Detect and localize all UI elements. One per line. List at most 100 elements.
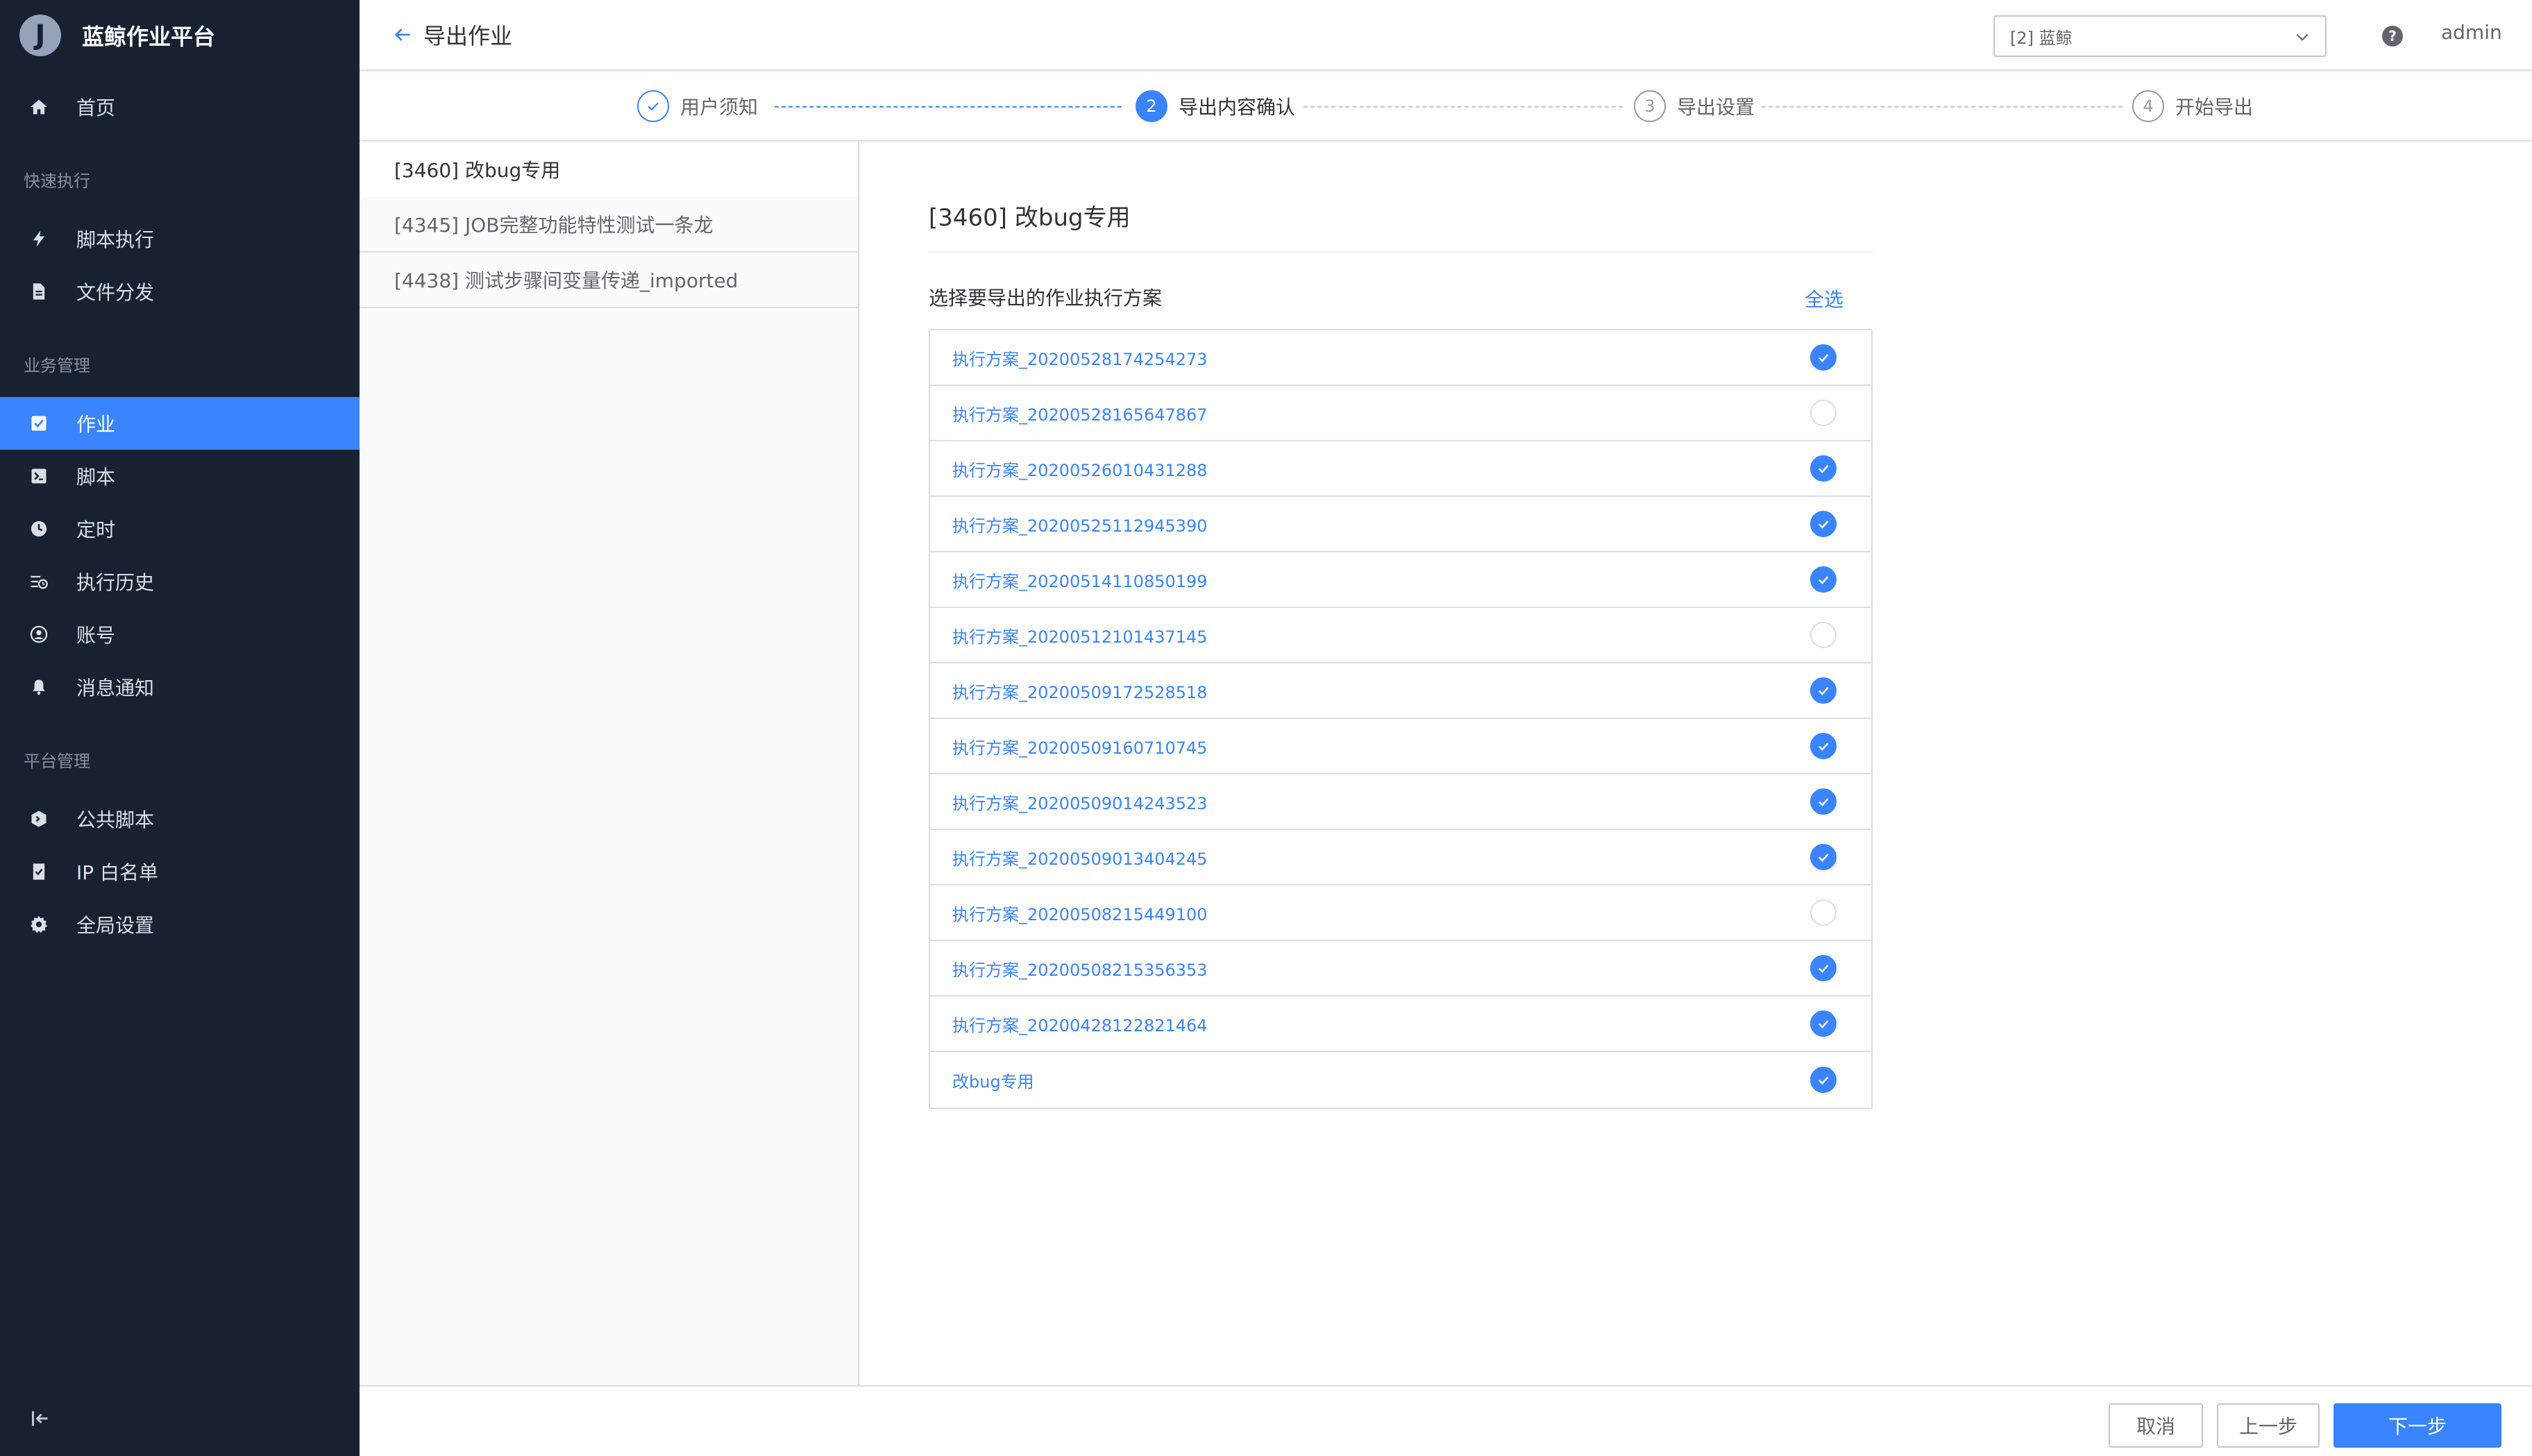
whitelist-icon <box>29 862 49 881</box>
plan-row[interactable]: 执行方案_20200508215449100 <box>930 886 1871 941</box>
select-all-link[interactable]: 全选 <box>1805 285 1843 312</box>
checked-circle-icon[interactable] <box>1810 1010 1837 1037</box>
plan-row[interactable]: 执行方案_20200428122821464 <box>930 997 1871 1052</box>
sidebar-item-label: 账号 <box>76 624 116 647</box>
sidebar-item-cron[interactable]: 定时 <box>0 502 360 555</box>
plan-row[interactable]: 执行方案_20200509172528518 <box>930 663 1871 719</box>
checked-circle-icon[interactable] <box>1810 566 1837 593</box>
plan-row[interactable]: 执行方案_20200528165647867 <box>930 386 1871 441</box>
sidebar-item-job[interactable]: 作业 <box>0 397 360 450</box>
checked-circle-icon[interactable] <box>1810 455 1837 482</box>
sidebar: J 蓝鲸作业平台 首页 快速执行 脚本执行 文件分发 业务管理 作业 脚本 定时… <box>0 0 360 1456</box>
checked-circle-icon[interactable] <box>1810 733 1837 759</box>
sidebar-item-file-distribute[interactable]: 文件分发 <box>0 265 360 318</box>
sidebar-item-label: 执行历史 <box>76 571 155 594</box>
clock-icon <box>29 519 49 539</box>
checked-circle-icon[interactable] <box>1810 788 1837 815</box>
step-connector <box>1303 106 1623 108</box>
sidebar-item-history[interactable]: 执行历史 <box>0 555 360 608</box>
sidebar-item-label: 作业 <box>76 413 116 436</box>
job-title: [3460] 改bug专用 <box>929 204 1131 232</box>
job-list: [3460] 改bug专用 [4345] JOB完整功能特性测试一条龙 [443… <box>360 142 859 1385</box>
plan-row[interactable]: 执行方案_20200509013404245 <box>930 830 1871 886</box>
sidebar-item-script[interactable]: 脚本 <box>0 450 360 502</box>
plan-row[interactable]: 改bug专用 <box>930 1052 1871 1108</box>
plan-name: 执行方案_20200509160710745 <box>952 738 1208 758</box>
plan-row[interactable]: 执行方案_20200508215356353 <box>930 941 1871 997</box>
unchecked-circle-icon[interactable] <box>1810 899 1837 926</box>
sidebar-item-label: 脚本执行 <box>76 228 155 251</box>
plan-name: 执行方案_20200508215356353 <box>952 960 1208 980</box>
sidebar-group-title: 平台管理 <box>24 752 90 771</box>
cancel-button[interactable]: 取消 <box>2109 1403 2203 1448</box>
sidebar-item-public-script[interactable]: 公共脚本 <box>0 793 360 845</box>
step-number: 2 <box>1136 90 1167 122</box>
user-name[interactable]: admin <box>2441 21 2502 44</box>
brand-logo: J <box>19 15 61 56</box>
collapse-sidebar-icon[interactable] <box>28 1406 53 1431</box>
plan-name: 执行方案_20200509013404245 <box>952 849 1208 869</box>
step-number: 4 <box>2132 90 2164 122</box>
plan-name: 执行方案_20200525112945390 <box>952 516 1208 536</box>
sidebar-item-global-settings[interactable]: 全局设置 <box>0 898 360 951</box>
checked-circle-icon[interactable] <box>1810 1067 1837 1093</box>
plan-section-heading: 选择要导出的作业执行方案 <box>929 287 1163 310</box>
plan-row[interactable]: 执行方案_20200509014243523 <box>930 774 1871 830</box>
step-user-notice[interactable]: 用户须知 <box>637 89 758 124</box>
bell-icon <box>29 677 49 697</box>
plan-name: 执行方案_20200428122821464 <box>952 1015 1208 1035</box>
sidebar-item-account[interactable]: 账号 <box>0 608 360 661</box>
chevron-down-icon <box>2293 28 2311 46</box>
checked-circle-icon[interactable] <box>1810 955 1837 981</box>
sidebar-item-home[interactable]: 首页 <box>0 81 360 133</box>
back-arrow-icon[interactable] <box>391 24 414 46</box>
plan-name: 执行方案_20200526010431288 <box>952 460 1208 480</box>
sidebar-item-label: IP 白名单 <box>76 861 159 884</box>
sidebar-item-label: 全局设置 <box>76 914 155 937</box>
plan-row[interactable]: 执行方案_20200526010431288 <box>930 441 1871 497</box>
sidebar-item-script-execute[interactable]: 脚本执行 <box>0 212 360 265</box>
plan-row[interactable]: 执行方案_20200512101437145 <box>930 608 1871 663</box>
step-export-settings[interactable]: 3 导出设置 <box>1634 89 1755 124</box>
unchecked-circle-icon[interactable] <box>1810 400 1837 426</box>
public-script-icon <box>29 809 49 829</box>
checked-circle-icon[interactable] <box>1810 344 1837 371</box>
footer-actions: 取消 上一步 下一步 <box>360 1385 2532 1456</box>
plan-row[interactable]: 执行方案_20200528174254273 <box>930 330 1871 386</box>
job-list-item[interactable]: [3460] 改bug专用 <box>360 142 858 197</box>
plan-name: 改bug专用 <box>952 1072 1034 1092</box>
checked-circle-icon[interactable] <box>1810 844 1837 870</box>
job-list-item[interactable]: [4345] JOB完整功能特性测试一条龙 <box>360 197 858 253</box>
plan-name: 执行方案_20200514110850199 <box>952 571 1208 591</box>
plan-row[interactable]: 执行方案_20200525112945390 <box>930 497 1871 552</box>
plan-name: 执行方案_20200528174254273 <box>952 349 1208 369</box>
business-select[interactable]: [2] 蓝鲸 <box>1993 15 2327 57</box>
checked-circle-icon[interactable] <box>1810 511 1837 537</box>
step-start-export[interactable]: 4 开始导出 <box>2132 89 2253 124</box>
help-icon[interactable]: ? <box>2382 26 2403 46</box>
page-title: 导出作业 <box>423 23 513 49</box>
file-icon <box>29 282 49 301</box>
job-list-item[interactable]: [4438] 测试步骤间变量传递_imported <box>360 253 858 308</box>
plan-name: 执行方案_20200509014243523 <box>952 793 1208 813</box>
step-content-confirm[interactable]: 2 导出内容确认 <box>1136 89 1295 124</box>
sidebar-group-title: 业务管理 <box>24 356 90 375</box>
sidebar-item-ip-whitelist[interactable]: IP 白名单 <box>0 845 360 898</box>
account-icon <box>29 625 49 644</box>
next-step-button[interactable]: 下一步 <box>2333 1403 2501 1448</box>
job-icon <box>29 414 49 433</box>
checked-circle-icon[interactable] <box>1810 677 1837 704</box>
job-detail-panel: [3460] 改bug专用 选择要导出的作业执行方案 全选 执行方案_20200… <box>861 142 2532 1385</box>
plan-name: 执行方案_20200509172528518 <box>952 682 1208 702</box>
divider <box>929 251 1873 253</box>
brand-name: 蓝鲸作业平台 <box>82 24 216 50</box>
sidebar-item-notification[interactable]: 消息通知 <box>0 661 360 713</box>
plan-name: 执行方案_20200508215449100 <box>952 904 1208 924</box>
lightning-icon <box>29 229 49 248</box>
prev-step-button[interactable]: 上一步 <box>2217 1403 2320 1448</box>
sidebar-group-title: 快速执行 <box>24 171 90 191</box>
plan-row[interactable]: 执行方案_20200514110850199 <box>930 552 1871 608</box>
brand[interactable]: J 蓝鲸作业平台 <box>0 0 360 71</box>
unchecked-circle-icon[interactable] <box>1810 622 1837 648</box>
plan-row[interactable]: 执行方案_20200509160710745 <box>930 719 1871 774</box>
